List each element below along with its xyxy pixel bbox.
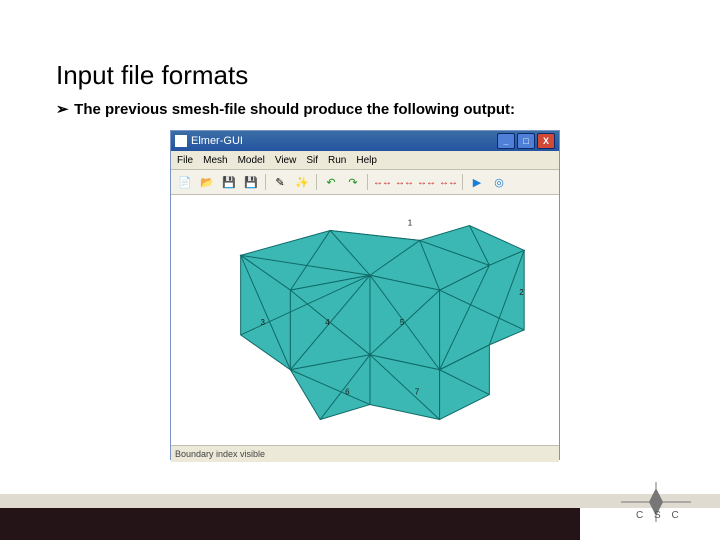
play-icon[interactable]: ▶ xyxy=(467,172,487,192)
redo-icon[interactable]: ↷ xyxy=(343,172,363,192)
save-as-icon[interactable]: 💾 xyxy=(241,172,261,192)
node-label-1: 1 xyxy=(408,218,413,227)
menu-help[interactable]: Help xyxy=(356,155,377,166)
app-icon xyxy=(175,135,187,147)
window-title: Elmer-GUI xyxy=(191,135,243,147)
arrows-3-icon[interactable]: ↔↔ xyxy=(416,172,436,192)
footer-dark xyxy=(0,508,580,540)
wand-icon[interactable]: ✨ xyxy=(292,172,312,192)
footer-band xyxy=(0,494,720,508)
bullet-arrow-icon: ➢ xyxy=(56,100,70,118)
menu-mesh[interactable]: Mesh xyxy=(203,155,227,166)
menubar: File Mesh Model View Sif Run Help xyxy=(171,151,559,170)
maximize-button[interactable]: □ xyxy=(517,133,535,149)
status-text: Boundary index visible xyxy=(175,449,265,459)
menu-model[interactable]: Model xyxy=(238,155,265,166)
node-label-5: 5 xyxy=(400,318,405,327)
scope-icon[interactable]: ◎ xyxy=(489,172,509,192)
menu-sif[interactable]: Sif xyxy=(306,155,318,166)
csc-logo: C S C xyxy=(616,482,696,522)
bullet-text: The previous smesh-file should produce t… xyxy=(74,101,515,118)
slide-title: Input file formats xyxy=(56,60,248,91)
pencil-icon[interactable]: ✎ xyxy=(270,172,290,192)
minimize-button[interactable]: _ xyxy=(497,133,515,149)
open-icon[interactable]: 📂 xyxy=(197,172,217,192)
window-titlebar: Elmer-GUI _ □ X xyxy=(171,131,559,151)
arrows-2-icon[interactable]: ↔↔ xyxy=(394,172,414,192)
mesh-svg: 1 2 3 4 5 6 7 xyxy=(171,195,559,445)
mesh-viewport: 1 2 3 4 5 6 7 xyxy=(171,195,559,445)
save-icon[interactable]: 💾 xyxy=(219,172,239,192)
menu-file[interactable]: File xyxy=(177,155,193,166)
bullet-line: ➢ The previous smesh-file should produce… xyxy=(56,100,515,118)
undo-icon[interactable]: ↶ xyxy=(321,172,341,192)
csc-logo-text: C S C xyxy=(636,510,683,521)
screenshot-embedded: Elmer-GUI _ □ X File Mesh Model View Sif… xyxy=(170,130,560,460)
node-label-4: 4 xyxy=(325,318,330,327)
node-label-6: 6 xyxy=(345,388,350,397)
menu-run[interactable]: Run xyxy=(328,155,346,166)
menu-view[interactable]: View xyxy=(275,155,297,166)
new-icon[interactable]: 📄 xyxy=(175,172,195,192)
close-button[interactable]: X xyxy=(537,133,555,149)
node-label-7: 7 xyxy=(415,388,420,397)
toolbar: 📄 📂 💾 💾 ✎ ✨ ↶ ↷ ↔↔ ↔↔ ↔↔ ↔↔ ▶ ◎ xyxy=(171,170,559,195)
status-bar: Boundary index visible xyxy=(171,445,559,462)
node-label-3: 3 xyxy=(261,318,266,327)
node-label-2: 2 xyxy=(519,288,524,297)
arrows-4-icon[interactable]: ↔↔ xyxy=(438,172,458,192)
arrows-1-icon[interactable]: ↔↔ xyxy=(372,172,392,192)
